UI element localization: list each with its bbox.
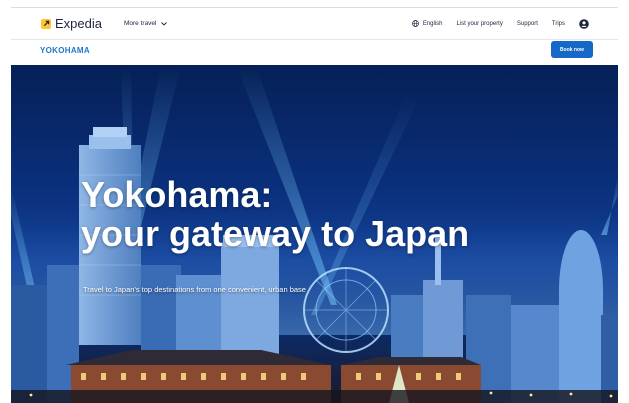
destination-title: YOKOHAMA — [40, 46, 90, 55]
book-now-button[interactable]: Book now — [551, 41, 593, 58]
destination-subheader: YOKOHAMA Book now — [11, 40, 618, 64]
hero-subtitle: Travel to Japan's top destinations from … — [83, 285, 306, 294]
account-button[interactable] — [579, 18, 589, 29]
header-actions: English List your property Support Trips — [398, 8, 589, 39]
hero-title-line1: Yokohama: — [81, 174, 273, 215]
hero-banner: Yokohama: your gateway to Japan Travel t… — [11, 65, 618, 403]
expedia-logo[interactable]: Expedia — [41, 16, 102, 31]
support-link[interactable]: Support — [517, 21, 538, 27]
language-label: English — [422, 20, 443, 27]
more-travel-menu[interactable]: More travel — [124, 20, 167, 27]
logo-text: Expedia — [55, 16, 102, 31]
language-selector[interactable]: English — [411, 20, 443, 27]
more-travel-label: More travel — [123, 20, 157, 27]
globe-icon — [411, 20, 419, 27]
list-property-link[interactable]: List your property — [457, 21, 503, 27]
trips-link[interactable]: Trips — [552, 21, 565, 27]
global-header: Expedia More travel English List your pr… — [11, 7, 618, 40]
chevron-down-icon — [160, 21, 167, 26]
arrow-up-right-icon — [41, 18, 51, 29]
user-circle-icon — [579, 18, 589, 29]
hero-title-line2: your gateway to Japan — [81, 213, 470, 254]
hero-title: Yokohama: your gateway to Japan — [81, 175, 469, 253]
